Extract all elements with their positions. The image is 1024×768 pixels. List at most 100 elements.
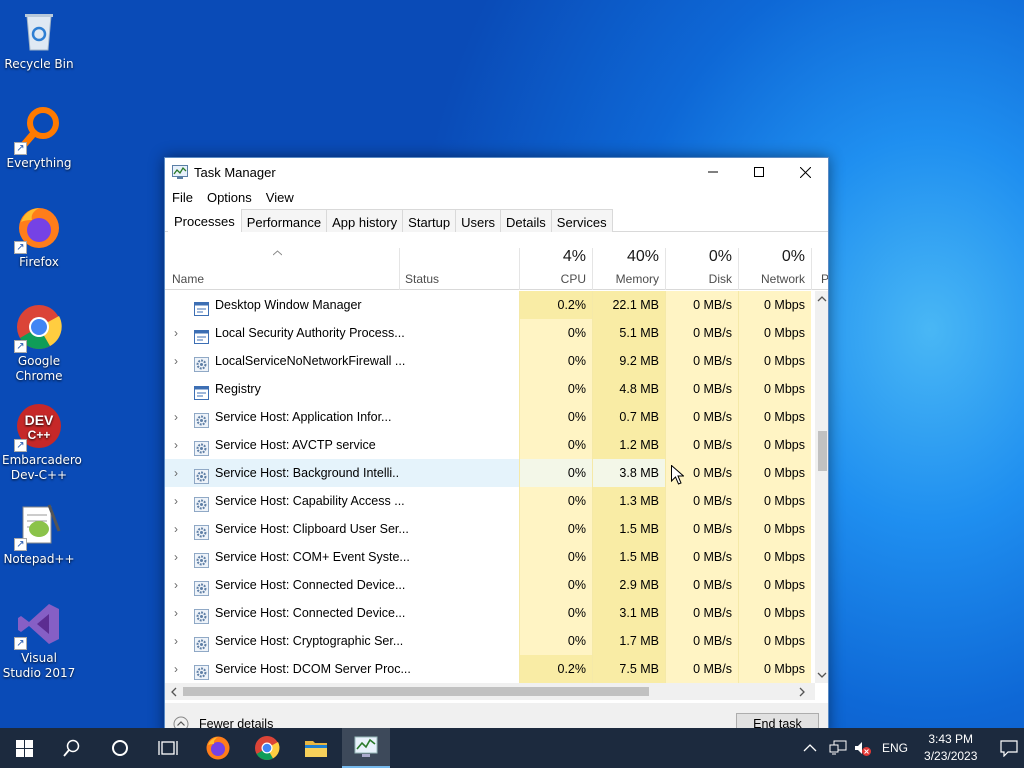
column-power[interactable]: P — [815, 248, 828, 290]
expand-chevron-icon[interactable]: › — [174, 487, 178, 515]
disk-cell: 0 MB/s — [665, 655, 738, 683]
search-button[interactable] — [48, 728, 96, 768]
desktop-icon-devcpp[interactable]: DEV C++ ↗ Embarcadero Dev-C++ — [2, 402, 82, 483]
memory-cell: 1.2 MB — [592, 431, 665, 459]
network-icon[interactable] — [829, 740, 847, 756]
column-memory[interactable]: 40% Memory — [592, 248, 665, 290]
minimize-button[interactable] — [690, 158, 736, 186]
volume-control[interactable] — [854, 740, 871, 756]
disk-cell: 0 MB/s — [665, 487, 738, 515]
disk-cell: 0 MB/s — [665, 375, 738, 403]
process-row[interactable]: LocalServiceNoNetworkFirewall ... › 0% 9.2 … — [165, 347, 817, 375]
process-row[interactable]: Service Host: Clipboard User Ser... › 0% 1.… — [165, 515, 817, 543]
disk-cell: 0 MB/s — [665, 571, 738, 599]
tab-details[interactable]: Details — [500, 209, 552, 232]
process-row[interactable]: Registry 0% 4.8 MB 0 MB/s 0 Mbps — [165, 375, 817, 403]
network-cell: 0 Mbps — [738, 403, 811, 431]
network-total: 0% — [781, 248, 805, 265]
column-name-label: Name — [172, 272, 205, 286]
memory-cell: 5.1 MB — [592, 319, 665, 347]
expand-chevron-icon[interactable]: › — [174, 627, 178, 655]
column-name[interactable]: Name — [165, 248, 400, 290]
expand-chevron-icon[interactable]: › — [174, 571, 178, 599]
h-scrollbar-thumb[interactable] — [183, 687, 649, 696]
tab-users[interactable]: Users — [455, 209, 502, 232]
window-process-icon — [194, 382, 209, 400]
taskbar-firefox[interactable] — [194, 728, 242, 768]
service-gear-icon — [194, 606, 209, 624]
expand-chevron-icon[interactable]: › — [174, 655, 178, 683]
menu-options[interactable]: Options — [207, 190, 252, 205]
firefox-icon: ↗ — [14, 204, 63, 254]
taskbar-task-manager[interactable] — [342, 728, 390, 768]
column-cpu[interactable]: 4% CPU — [519, 248, 592, 290]
file-explorer-icon — [305, 741, 327, 757]
process-row[interactable]: Service Host: Connected Device... › 0% 3.1 … — [165, 599, 817, 627]
process-row[interactable]: Service Host: COM+ Event Syste... › 0% 1.5 … — [165, 543, 817, 571]
tab-services[interactable]: Services — [550, 209, 613, 232]
expand-chevron-icon[interactable]: › — [174, 599, 178, 627]
column-status[interactable]: Status — [400, 248, 519, 290]
chevron-up-icon[interactable] — [803, 743, 817, 753]
process-row[interactable]: Service Host: Capability Access ... › 0% 1.… — [165, 487, 817, 515]
start-button[interactable] — [0, 728, 48, 768]
action-center-icon[interactable] — [1000, 739, 1019, 757]
visual-studio-icon: ↗ — [14, 600, 63, 650]
expand-chevron-icon[interactable]: › — [174, 431, 178, 459]
cpu-cell: 0% — [519, 571, 592, 599]
tab-processes[interactable]: Processes — [168, 207, 241, 232]
scroll-left-icon[interactable] — [170, 687, 178, 697]
scrollbar-thumb[interactable] — [818, 431, 827, 471]
desktop-icon-chrome[interactable]: ↗ Google Chrome — [2, 303, 76, 384]
expand-chevron-icon[interactable]: › — [174, 515, 178, 543]
process-status — [400, 571, 519, 599]
clock[interactable]: 3:43 PM 3/23/2023 — [924, 731, 977, 765]
expand-chevron-icon[interactable]: › — [174, 403, 178, 431]
task-view-button[interactable] — [144, 728, 192, 768]
scroll-down-icon[interactable] — [817, 671, 827, 679]
tab-app-history[interactable]: App history — [326, 209, 404, 232]
vertical-scrollbar[interactable] — [815, 291, 828, 683]
memory-cell: 1.5 MB — [592, 515, 665, 543]
process-status — [400, 459, 519, 487]
expand-chevron-icon[interactable]: › — [174, 459, 178, 487]
process-row[interactable]: Service Host: Cryptographic Ser... › 0% 1.7… — [165, 627, 817, 655]
tab-startup[interactable]: Startup — [402, 209, 457, 232]
process-row[interactable]: Desktop Window Manager 0.2% 22.1 MB 0 MB/s 0… — [165, 291, 817, 319]
tab-performance[interactable]: Performance — [240, 209, 328, 232]
taskbar-file-explorer[interactable] — [292, 728, 340, 768]
desktop-icon-notepadpp[interactable]: ↗ Notepad++ — [2, 501, 76, 567]
expand-chevron-icon[interactable]: › — [174, 347, 178, 375]
process-row[interactable]: Local Security Authority Process... › 0% 5.… — [165, 319, 817, 347]
process-row[interactable]: Service Host: Connected Device... › 0% 2.9 … — [165, 571, 817, 599]
process-status — [400, 627, 519, 655]
taskbar-chrome[interactable] — [243, 728, 291, 768]
maximize-button[interactable] — [736, 158, 782, 186]
column-disk[interactable]: 0% Disk — [665, 248, 738, 290]
desktop-icon-firefox[interactable]: ↗ Firefox — [2, 204, 76, 270]
cortana-button[interactable] — [96, 728, 144, 768]
expand-chevron-icon[interactable]: › — [174, 543, 178, 571]
column-network[interactable]: 0% Network — [738, 248, 811, 290]
menu-view[interactable]: View — [266, 190, 294, 205]
everything-search-icon: ↗ — [14, 105, 63, 155]
scroll-right-icon[interactable] — [798, 687, 806, 697]
process-row[interactable]: Service Host: Background Intelli... › 0% 3.… — [165, 459, 817, 487]
process-status — [400, 487, 519, 515]
horizontal-scrollbar[interactable] — [165, 683, 815, 700]
desktop-icon-recycle-bin[interactable]: Recycle Bin — [2, 6, 76, 72]
network-cell: 0 Mbps — [738, 599, 811, 627]
desktop-icon-everything-search[interactable]: ↗ Everything — [2, 105, 76, 171]
desktop-icon-visual-studio[interactable]: ↗ Visual Studio 2017 — [2, 600, 76, 681]
title-bar[interactable]: Task Manager — [165, 158, 828, 186]
process-row[interactable]: Service Host: AVCTP service › 0% 1.2 MB 0 MB… — [165, 431, 817, 459]
window-process-icon — [194, 298, 209, 316]
mouse-cursor — [671, 465, 684, 485]
language-indicator[interactable]: ENG — [882, 741, 908, 755]
process-row[interactable]: Service Host: Application Infor... › 0% 0.7… — [165, 403, 817, 431]
menu-file[interactable]: File — [172, 190, 193, 205]
close-button[interactable] — [782, 158, 828, 186]
process-row[interactable]: Service Host: DCOM Server Proc... › 0.2% 7.… — [165, 655, 817, 683]
scroll-up-icon[interactable] — [817, 295, 827, 303]
expand-chevron-icon[interactable]: › — [174, 319, 178, 347]
